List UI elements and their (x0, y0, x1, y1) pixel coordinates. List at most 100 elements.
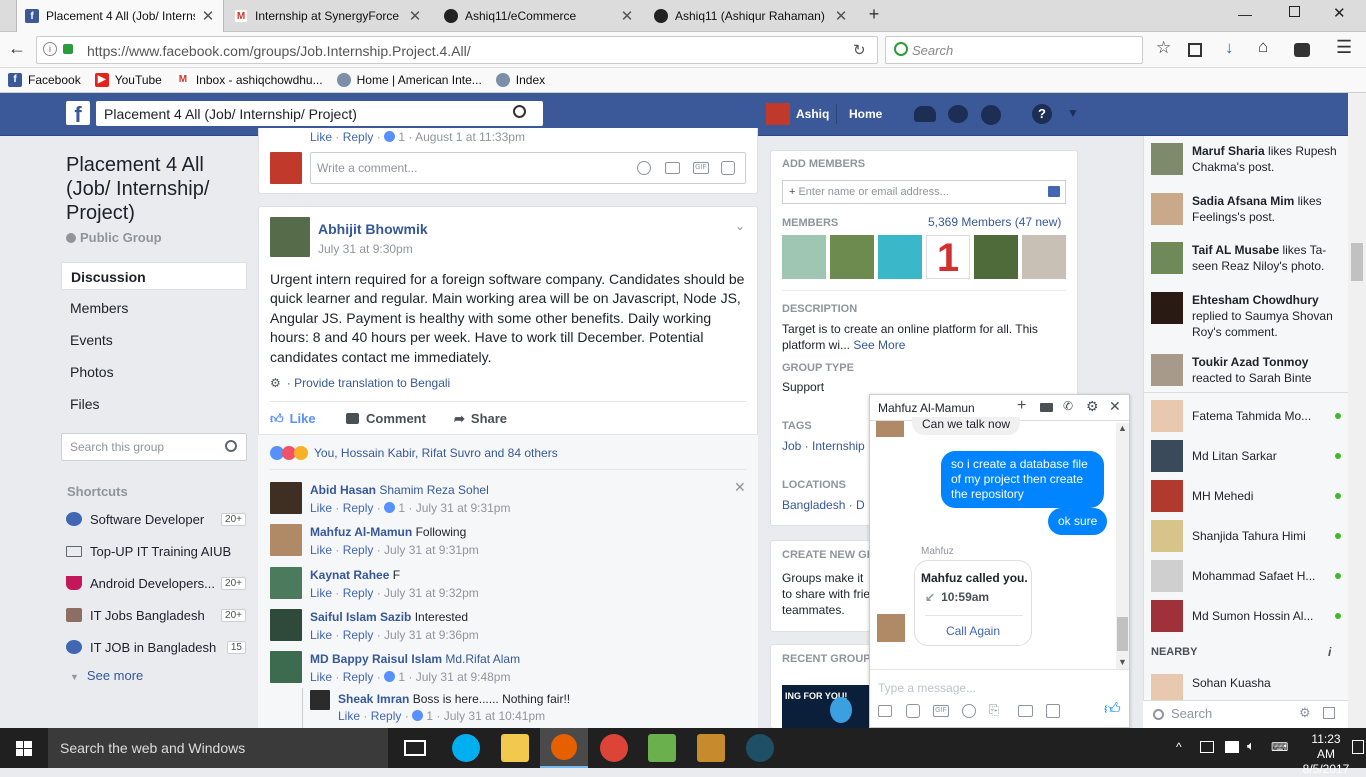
sheet-app-icon[interactable] (648, 734, 676, 762)
tab-ecommerce[interactable]: Ashiq11/eCommerce ✕ (436, 0, 642, 32)
comment-author[interactable]: Abid Hasan (310, 483, 376, 497)
ticker-item[interactable]: Maruf Sharia likes Rupesh Chakma's post. (1151, 143, 1346, 175)
like-link[interactable]: Like (310, 670, 332, 684)
contact-item[interactable]: Shanjida Tahura Himi (1151, 520, 1341, 552)
windows-start-icon[interactable] (16, 741, 32, 756)
comment-author[interactable]: Sheak Imran (338, 692, 409, 706)
back-arrow-icon[interactable]: ← (8, 38, 26, 59)
comment-author[interactable]: MD Bappy Raisul Islam (310, 652, 442, 666)
help-icon[interactable]: ? (1032, 104, 1052, 124)
close-icon[interactable]: ✕ (201, 7, 215, 25)
close-icon[interactable]: ✕ (620, 7, 634, 25)
photo-icon[interactable] (878, 705, 892, 717)
call-again-button[interactable]: Call Again (915, 624, 1031, 638)
like-link[interactable]: Like (310, 628, 332, 642)
window-close-button[interactable]: ✕ (1333, 4, 1346, 22)
video-call-icon[interactable] (1040, 403, 1053, 412)
maximize-button[interactable] (1289, 6, 1300, 17)
comment-author[interactable]: Saiful Islam Sazib (310, 610, 411, 624)
close-icon[interactable]: ✕ (1109, 398, 1121, 415)
ticker-item[interactable]: Taif AL Musabe likes Ta-seen Reaz Niloy'… (1151, 242, 1346, 274)
like-button[interactable]: 👍︎ Like (270, 411, 316, 427)
post-time[interactable]: July 31 at 9:30pm (318, 242, 413, 256)
info-icon[interactable]: i (1328, 645, 1331, 659)
camera-icon[interactable] (1018, 705, 1033, 717)
taskbar-search-box[interactable]: Search the web and Windows (48, 728, 388, 768)
skype-icon[interactable] (452, 734, 480, 762)
emoji-icon[interactable] (637, 161, 651, 175)
bookmark-star-icon[interactable]: ☆ (1156, 38, 1171, 58)
bookmark-facebook[interactable]: f Facebook (8, 73, 81, 87)
like-link[interactable]: Like (338, 709, 360, 723)
menu-icon[interactable]: ☰ (1336, 37, 1352, 58)
nav-discussion[interactable]: Discussion (61, 262, 247, 290)
tab-placement[interactable]: f Placement 4 All (Job/ Interns ✕ (16, 0, 224, 32)
bookmark-inbox[interactable]: M Inbox - ashiqchowdhu... (175, 73, 323, 87)
reply-link[interactable]: Reply (371, 709, 402, 723)
nav-members[interactable]: Members (61, 294, 247, 322)
post-author[interactable]: Abhijit Bhowmik (318, 221, 428, 237)
bookmark-index[interactable]: Index (495, 73, 545, 87)
shortcut-android-developers[interactable]: Android Developers... 20+ (66, 573, 246, 593)
url-bar[interactable]: i https://www.facebook.com/groups/Job.In… (36, 36, 878, 64)
file-explorer-icon[interactable] (501, 734, 529, 762)
sticker-icon[interactable] (721, 161, 735, 175)
tab-internship[interactable]: M Internship at SynergyForce - ✕ (226, 0, 430, 32)
download-icon[interactable]: ↓ (1225, 38, 1234, 58)
attachment-icon[interactable]: ⎘ (989, 702, 999, 718)
post-options-chevron-icon[interactable]: ⌄ (735, 219, 745, 233)
add-members-input[interactable]: + Enter name or email address... (782, 180, 1066, 204)
nav-photos[interactable]: Photos (61, 358, 247, 386)
avatar[interactable] (270, 567, 302, 599)
chat-message-input[interactable]: Type a message... (878, 681, 976, 695)
contact-item[interactable]: MH Mehedi (1151, 480, 1341, 512)
gear-icon[interactable]: ⚙ (1299, 705, 1311, 721)
chat-title[interactable]: Mahfuz Al-Mamun (878, 401, 975, 415)
contact-item[interactable]: Sohan Kuasha (1151, 674, 1341, 700)
page-scrollbar[interactable] (1348, 93, 1366, 728)
tab-github-profile[interactable]: Ashiq11 (Ashiqur Rahaman) ✕ (646, 0, 856, 32)
write-comment-input[interactable]: Write a comment... GIF (310, 152, 746, 184)
sticker-icon[interactable] (906, 704, 920, 718)
home-icon[interactable]: ⌂ (1258, 37, 1268, 57)
scrollbar-thumb[interactable] (1351, 243, 1363, 281)
shortcut-it-job-in-bangladesh[interactable]: IT JOB in Bangladesh 15 (66, 637, 246, 657)
action-center-icon[interactable] (1352, 740, 1364, 754)
messenger-icon[interactable] (948, 105, 968, 123)
avatar[interactable] (270, 217, 310, 257)
nav-files[interactable]: Files (61, 390, 247, 418)
group-search-input[interactable]: Search this group (61, 433, 247, 461)
avatar[interactable] (270, 482, 302, 514)
member-thumbnail[interactable] (782, 235, 826, 279)
pocket-icon[interactable] (1294, 43, 1310, 57)
member-thumbnail[interactable] (974, 235, 1018, 279)
scroll-down-icon[interactable]: ▼ (1118, 657, 1127, 667)
facebook-logo[interactable]: f (66, 101, 90, 127)
contact-item[interactable]: Md Sumon Hossin Al... (1151, 600, 1341, 632)
bookmark-youtube[interactable]: ▶ YouTube (94, 73, 162, 87)
comment-text[interactable]: Shamim Reza Sohel (379, 483, 488, 497)
avatar[interactable] (270, 609, 302, 641)
comment-author[interactable]: Mahfuz Al-Mamun (310, 525, 412, 539)
search-icon[interactable] (225, 440, 237, 452)
calendar-icon[interactable] (1046, 704, 1060, 718)
ticker-item[interactable]: Toukir Azad Tonmoy reacted to Sarah Bint… (1151, 354, 1346, 386)
search-bar[interactable]: Search (885, 36, 1143, 64)
gif-icon[interactable]: GIF (693, 162, 709, 174)
new-tab-button[interactable]: + (864, 4, 884, 25)
avatar[interactable] (270, 651, 302, 683)
info-icon[interactable]: i (43, 42, 57, 56)
scrollbar-thumb[interactable] (1117, 617, 1128, 651)
member-thumbnail[interactable] (1022, 235, 1066, 279)
translate-link[interactable]: ⚙ · Provide translation to Bengali (270, 376, 450, 390)
reply-link[interactable]: Reply (343, 670, 374, 684)
contact-item[interactable]: Fatema Tahmida Mo... (1151, 400, 1341, 432)
member-thumbnail[interactable] (830, 235, 874, 279)
like-link[interactable]: Like (310, 586, 332, 600)
reactions-summary[interactable]: You, Hossain Kabir, Rifat Suvro and 84 o… (270, 446, 558, 460)
new-message-icon[interactable] (1323, 707, 1335, 719)
sidebar-search-input[interactable]: Search ⚙ (1143, 700, 1348, 728)
system-clock[interactable]: 11:23 AM 8/5/2017 (1302, 732, 1350, 777)
see-more-link[interactable]: See More (853, 338, 905, 352)
home-link[interactable]: Home (849, 107, 882, 121)
